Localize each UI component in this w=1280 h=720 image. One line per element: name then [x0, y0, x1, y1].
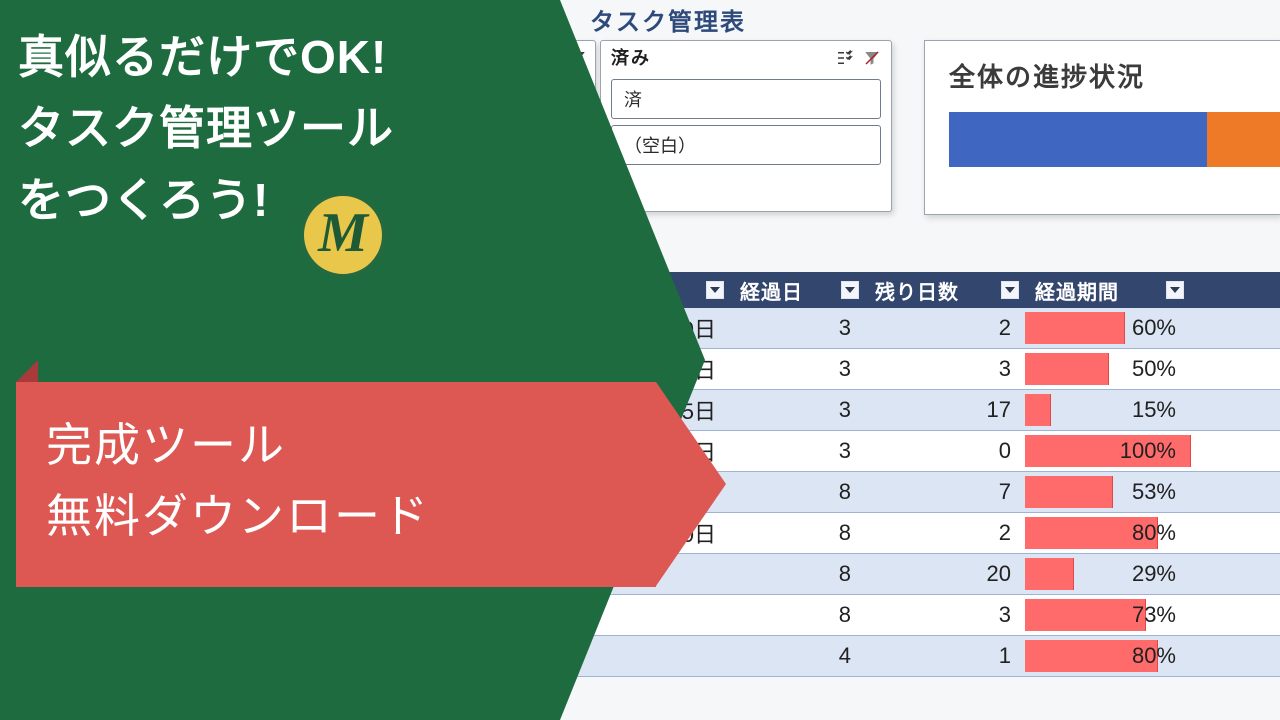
ribbon-line-2: 無料ダウンロード — [46, 481, 656, 552]
cell-progress: 73% — [1025, 595, 1190, 635]
cell-remaining-days: 1 — [865, 636, 1025, 676]
cell-elapsed-days: 4 — [730, 636, 865, 676]
cell-remaining-days: 7 — [865, 472, 1025, 512]
cell-elapsed-days: 8 — [730, 472, 865, 512]
cell-remaining-days: 17 — [865, 390, 1025, 430]
logo-letter: M — [318, 201, 368, 265]
cell-progress: 53% — [1025, 472, 1190, 512]
cell-elapsed-days: 3 — [730, 308, 865, 348]
column-elapsed-days[interactable]: 経過日 — [730, 272, 865, 308]
cell-elapsed-days: 3 — [730, 390, 865, 430]
ribbon-fold — [16, 360, 38, 382]
cell-progress: 80% — [1025, 636, 1190, 676]
progress-title: 全体の進捗状況 — [949, 57, 1280, 94]
cell-elapsed-days: 8 — [730, 554, 865, 594]
cell-remaining-days: 3 — [865, 349, 1025, 389]
cell-progress: 29% — [1025, 554, 1190, 594]
logo-badge-icon: M — [300, 192, 386, 278]
databar — [1025, 599, 1146, 631]
cell-remaining-days: 0 — [865, 431, 1025, 471]
multi-select-icon[interactable] — [835, 49, 853, 65]
column-progress[interactable]: 経過期間 — [1025, 272, 1190, 308]
databar — [1025, 394, 1051, 426]
progress-complete-segment — [949, 112, 1207, 167]
column-remaining-days[interactable]: 残り日数 — [865, 272, 1025, 308]
databar — [1025, 312, 1125, 344]
cell-elapsed-days: 8 — [730, 595, 865, 635]
filter-dropdown-icon[interactable] — [1001, 281, 1019, 299]
clear-filter-icon[interactable] — [863, 49, 881, 65]
databar — [1025, 476, 1113, 508]
databar — [1025, 353, 1109, 385]
cell-progress: 80% — [1025, 513, 1190, 553]
cell-progress: 100% — [1025, 431, 1190, 471]
cell-progress: 15% — [1025, 390, 1190, 430]
cell-remaining-days: 2 — [865, 308, 1025, 348]
ribbon-body: 完成ツール 無料ダウンロード — [16, 382, 656, 587]
progress-remaining-segment — [1207, 112, 1280, 167]
col-label: 残り日数 — [875, 276, 959, 305]
ribbon-line-1: 完成ツール — [46, 410, 656, 481]
cell-remaining-days: 2 — [865, 513, 1025, 553]
filter-dropdown-icon[interactable] — [1166, 281, 1184, 299]
progress-panel: 全体の進捗状況 — [924, 40, 1280, 215]
filter-dropdown-icon[interactable] — [706, 281, 724, 299]
databar — [1025, 558, 1074, 590]
cell-elapsed-days: 8 — [730, 513, 865, 553]
cell-progress: 60% — [1025, 308, 1190, 348]
cell-progress: 50% — [1025, 349, 1190, 389]
cell-remaining-days: 20 — [865, 554, 1025, 594]
ribbon-arrow-icon — [656, 382, 726, 586]
col-label: 経過日 — [740, 276, 803, 305]
col-label: 経過期間 — [1035, 276, 1119, 305]
download-ribbon: 完成ツール 無料ダウンロード — [16, 360, 656, 590]
overall-progress-bar — [949, 112, 1280, 167]
cell-remaining-days: 3 — [865, 595, 1025, 635]
cell-elapsed-days: 3 — [730, 431, 865, 471]
cell-elapsed-days: 3 — [730, 349, 865, 389]
filter-dropdown-icon[interactable] — [841, 281, 859, 299]
